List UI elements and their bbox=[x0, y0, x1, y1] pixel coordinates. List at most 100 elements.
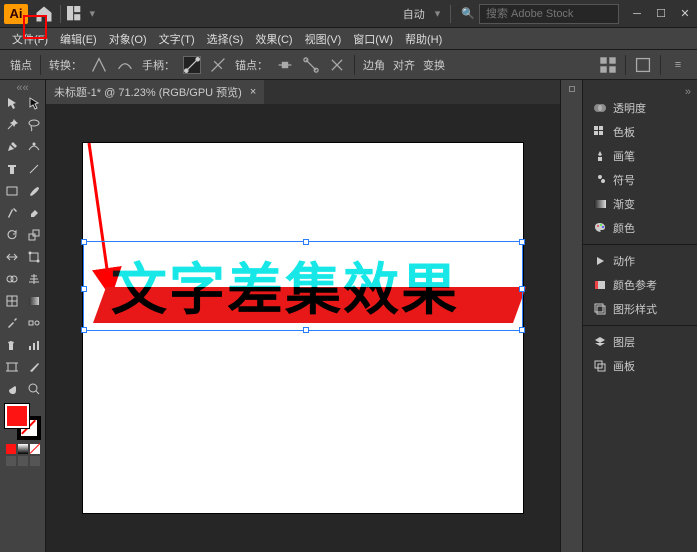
fill-stroke-swatch[interactable] bbox=[5, 404, 41, 440]
fill-color[interactable] bbox=[5, 404, 29, 428]
panel-brushes[interactable]: 画笔 bbox=[583, 144, 697, 168]
hide-handles-icon[interactable] bbox=[209, 56, 227, 74]
menu-effect[interactable]: 效果(C) bbox=[249, 29, 298, 49]
width-tool[interactable] bbox=[1, 246, 23, 268]
slice-tool[interactable] bbox=[23, 356, 45, 378]
artboard-tool[interactable] bbox=[1, 356, 23, 378]
convert-corner-icon[interactable] bbox=[90, 56, 108, 74]
canvas[interactable]: 文字差集效果 bbox=[46, 104, 560, 552]
gradient-tool[interactable] bbox=[23, 290, 45, 312]
align-label[interactable]: 对齐 bbox=[393, 57, 415, 73]
panel-layers[interactable]: 图层 bbox=[583, 330, 697, 354]
scale-tool[interactable] bbox=[23, 224, 45, 246]
menu-icon[interactable]: ≡ bbox=[669, 56, 687, 74]
remove-anchor-icon[interactable] bbox=[276, 56, 294, 74]
paintbrush-tool[interactable] bbox=[23, 180, 45, 202]
rectangle-tool[interactable] bbox=[1, 180, 23, 202]
menu-window[interactable]: 窗口(W) bbox=[347, 29, 399, 49]
type-tool[interactable] bbox=[1, 158, 23, 180]
tool-panel: «« bbox=[0, 80, 46, 552]
document-area: 未标题-1* @ 71.23% (RGB/GPU 预览) × 文字差集效果 bbox=[46, 80, 560, 552]
draw-behind[interactable] bbox=[18, 456, 28, 466]
home-icon[interactable] bbox=[34, 4, 54, 24]
direct-selection-tool[interactable] bbox=[23, 92, 45, 114]
mesh-tool[interactable] bbox=[1, 290, 23, 312]
menu-bar: 文件(F) 编辑(E) 对象(O) 文字(T) 选择(S) 效果(C) 视图(V… bbox=[0, 28, 697, 50]
connect-anchor-icon[interactable] bbox=[302, 56, 320, 74]
panel-graphic-styles[interactable]: 图形样式 bbox=[583, 297, 697, 321]
grid-icon[interactable] bbox=[599, 56, 617, 74]
collapsed-panel-strip bbox=[560, 80, 582, 552]
convert-smooth-icon[interactable] bbox=[116, 56, 134, 74]
workspace-label[interactable]: 自动 bbox=[403, 6, 425, 22]
selection-tool[interactable] bbox=[1, 92, 23, 114]
anchor-label: 锚点 bbox=[10, 57, 32, 73]
maximize-button[interactable]: ☐ bbox=[653, 6, 669, 22]
panel-color[interactable]: 颜色 bbox=[583, 216, 697, 240]
title-bar: Ai ▾ 自动 ▾ 🔍 ─ ☐ ✕ bbox=[0, 0, 697, 28]
color-mode-solid[interactable] bbox=[6, 444, 16, 454]
draw-inside[interactable] bbox=[30, 456, 40, 466]
shaper-tool[interactable] bbox=[1, 202, 23, 224]
blend-tool[interactable] bbox=[23, 312, 45, 334]
curvature-tool[interactable] bbox=[23, 136, 45, 158]
menu-view[interactable]: 视图(V) bbox=[299, 29, 348, 49]
menu-help[interactable]: 帮助(H) bbox=[399, 29, 448, 49]
menu-file[interactable]: 文件(F) bbox=[6, 29, 54, 49]
cut-path-icon[interactable] bbox=[328, 56, 346, 74]
pen-tool[interactable] bbox=[1, 136, 23, 158]
chevron-down-icon[interactable]: ▾ bbox=[435, 7, 441, 20]
draw-normal[interactable] bbox=[6, 456, 16, 466]
transform-label[interactable]: 变换 bbox=[423, 57, 445, 73]
hand-tool[interactable] bbox=[1, 378, 23, 400]
eyedropper-tool[interactable] bbox=[1, 312, 23, 334]
menu-select[interactable]: 选择(S) bbox=[201, 29, 250, 49]
anchors-label: 锚点： bbox=[235, 57, 268, 73]
menu-edit[interactable]: 编辑(E) bbox=[54, 29, 103, 49]
document-tab-bar: 未标题-1* @ 71.23% (RGB/GPU 预览) × bbox=[46, 80, 560, 104]
lasso-tool[interactable] bbox=[23, 114, 45, 136]
panel-gradient[interactable]: 渐变 bbox=[583, 192, 697, 216]
color-mode-gradient[interactable] bbox=[18, 444, 28, 454]
eraser-tool[interactable] bbox=[23, 202, 45, 224]
panel-artboards[interactable]: 画板 bbox=[583, 354, 697, 378]
perspective-grid-tool[interactable] bbox=[23, 268, 45, 290]
column-graph-tool[interactable] bbox=[23, 334, 45, 356]
corners-label[interactable]: 边角 bbox=[363, 57, 385, 73]
shape-builder-tool[interactable] bbox=[1, 268, 23, 290]
free-transform-tool[interactable] bbox=[23, 246, 45, 268]
color-mode-row bbox=[6, 444, 40, 454]
separator bbox=[60, 5, 61, 23]
options-bar: 锚点 转换： 手柄： 锚点： 边角 对齐 变换 ≡ bbox=[0, 50, 697, 80]
artboard[interactable]: 文字差集效果 bbox=[83, 143, 523, 513]
panel-symbols[interactable]: 符号 bbox=[583, 168, 697, 192]
panel-swatches[interactable]: 色板 bbox=[583, 120, 697, 144]
document-tab[interactable]: 未标题-1* @ 71.23% (RGB/GPU 预览) × bbox=[46, 80, 264, 104]
close-button[interactable]: ✕ bbox=[677, 6, 693, 22]
screen-mode-row bbox=[6, 456, 40, 466]
menu-object[interactable]: 对象(O) bbox=[103, 29, 153, 49]
panel-transparency[interactable]: 透明度 bbox=[583, 96, 697, 120]
rotate-tool[interactable] bbox=[1, 224, 23, 246]
zoom-tool[interactable] bbox=[23, 378, 45, 400]
panel-color-guide[interactable]: 颜色参考 bbox=[583, 273, 697, 297]
convert-label: 转换： bbox=[49, 57, 82, 73]
collapse-panels-icon[interactable]: » bbox=[583, 86, 697, 96]
symbol-sprayer-tool[interactable] bbox=[1, 334, 23, 356]
app-logo: Ai bbox=[4, 4, 28, 24]
panel-actions[interactable]: 动作 bbox=[583, 249, 697, 273]
separator bbox=[450, 5, 451, 23]
magic-wand-tool[interactable] bbox=[1, 114, 23, 136]
arrange-documents-icon[interactable]: ▾ bbox=[67, 4, 95, 24]
line-tool[interactable] bbox=[23, 158, 45, 180]
menu-type[interactable]: 文字(T) bbox=[153, 29, 201, 49]
minimize-button[interactable]: ─ bbox=[629, 6, 645, 22]
show-handles-icon[interactable] bbox=[183, 56, 201, 74]
color-mode-none[interactable] bbox=[30, 444, 40, 454]
doc-setup-icon[interactable] bbox=[634, 56, 652, 74]
close-tab-icon[interactable]: × bbox=[250, 86, 256, 98]
search-input[interactable] bbox=[479, 4, 619, 24]
panel-strip-toggle[interactable] bbox=[569, 86, 575, 92]
artwork-text[interactable]: 文字差集效果 bbox=[111, 245, 459, 326]
artwork-group[interactable]: 文字差集效果 bbox=[93, 251, 513, 323]
